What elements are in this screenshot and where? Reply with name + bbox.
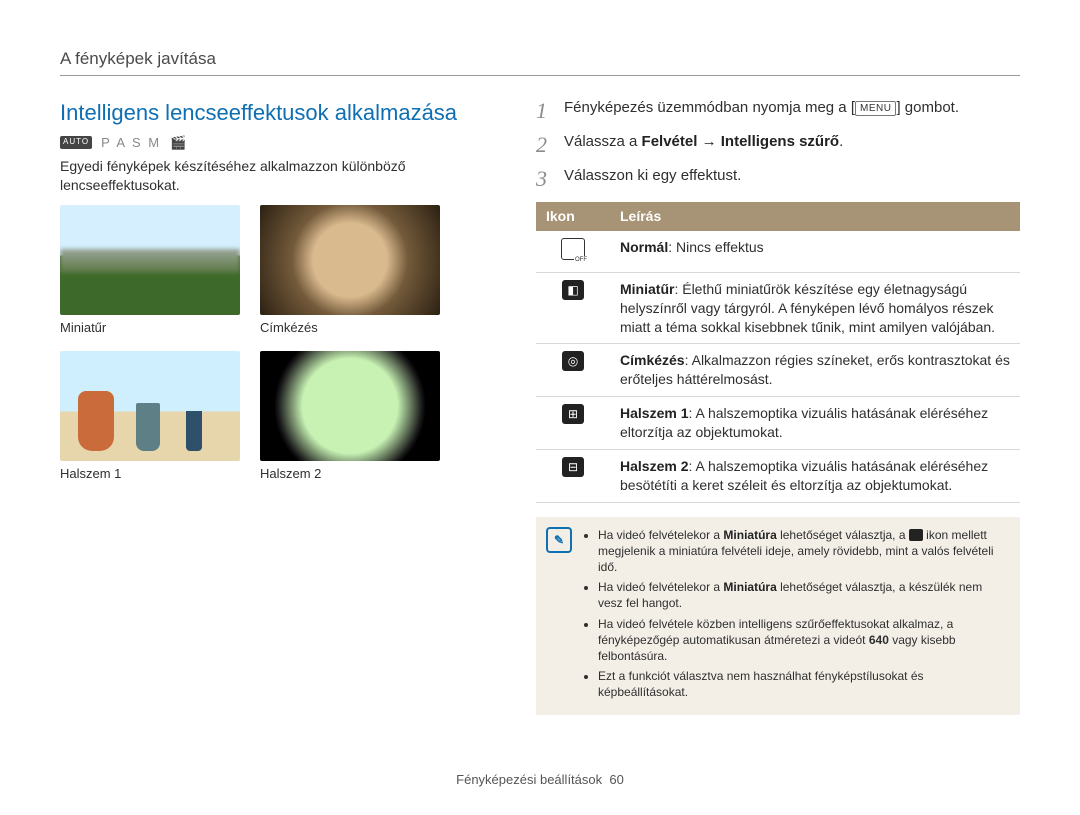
caption-vignette: Címkézés (260, 319, 440, 337)
table-row: ⊟ Halszem 2: A halszemoptika vizuális ha… (536, 449, 1020, 502)
list-item: Ha videó felvételekor a Miniatúra lehető… (598, 527, 1006, 576)
step2-pre: Válassza a (564, 133, 642, 150)
step1-pre: Fényképezés üzemmódban nyomja meg a (564, 99, 851, 116)
caption-fisheye1: Halszem 1 (60, 465, 240, 483)
caption-miniature: Miniatűr (60, 319, 240, 337)
miniature-inline-icon (909, 529, 923, 541)
list-item: Ha videó felvételekor a Miniatúra lehető… (598, 579, 1006, 611)
effect-miniature-icon: ◧ (562, 280, 584, 300)
n3-pre: Ezt a funkciót választva nem használhat … (598, 669, 924, 699)
thumb-fisheye2 (260, 351, 440, 461)
mode-letters: P A S M (101, 134, 161, 152)
thumb-vignette (260, 205, 440, 315)
n0-pre: Ha videó felvételekor a (598, 528, 723, 542)
row1-bold: Miniatűr (620, 281, 674, 297)
mode-video-icon: 🎬 (170, 134, 186, 152)
step-text: Fényképezés üzemmódban nyomja meg a [MEN… (564, 98, 1020, 118)
menu-button-label: MENU (855, 101, 896, 117)
th-desc: Leírás (610, 202, 1020, 231)
note-box: ✎ Ha videó felvételekor a Miniatúra lehe… (536, 517, 1020, 715)
table-row: ◎ Címkézés: Alkalmazzon régies színeket,… (536, 344, 1020, 397)
step-number: 3 (536, 166, 564, 190)
table-row: ⊞ Halszem 1: A halszemoptika vizuális ha… (536, 397, 1020, 450)
effect-off-icon (561, 238, 585, 260)
n1-b: Miniatúra (723, 580, 776, 594)
table-row: ◧ Miniatűr: Élethű miniatűrök készítése … (536, 272, 1020, 344)
list-item: Ha videó felvétele közben intelligens sz… (598, 616, 1006, 665)
note-list: Ha videó felvételekor a Miniatúra lehető… (582, 527, 1006, 705)
thumb-miniature (60, 205, 240, 315)
step-number: 1 (536, 98, 564, 122)
effect-fisheye2-icon: ⊟ (562, 457, 584, 477)
list-item: Ezt a funkciót választva nem használhat … (598, 668, 1006, 700)
n0-b: Miniatúra (723, 528, 776, 542)
page-number: 60 (609, 772, 623, 787)
step1-post: gombot. (901, 99, 959, 116)
row1-rest: : Élethű miniatűrök készítése egy életna… (620, 281, 995, 335)
step-number: 2 (536, 132, 564, 156)
step-text: Válassza a Felvétel → Intelligens szűrő. (564, 132, 1020, 152)
effect-vignette-icon: ◎ (562, 351, 584, 371)
effect-fisheye1-icon: ⊞ (562, 404, 584, 424)
mode-row: AUTO P A S M 🎬 (60, 134, 500, 152)
n1-pre: Ha videó felvételekor a (598, 580, 723, 594)
footer-label: Fényképezési beállítások (456, 772, 602, 787)
page-section-title: A fényképek javítása (60, 48, 1020, 71)
row0-rest: : Nincs effektus (668, 239, 763, 255)
page-footer: Fényképezési beállítások 60 (0, 771, 1080, 789)
mode-auto-icon: AUTO (60, 136, 92, 149)
row4-bold: Halszem 2 (620, 458, 688, 474)
th-icon: Ikon (536, 202, 610, 231)
row2-bold: Címkézés (620, 352, 685, 368)
steps-list: 1 Fényképezés üzemmódban nyomja meg a [M… (536, 98, 1020, 190)
headline: Intelligens lencseeffektusok alkalmazása (60, 98, 500, 128)
thumb-fisheye1 (60, 351, 240, 461)
n0-mid: lehetőséget választja, a (777, 528, 909, 542)
step2-post: . (839, 133, 843, 150)
step-text: Válasszon ki egy effektust. (564, 166, 1020, 186)
table-row: Normál: Nincs effektus (536, 231, 1020, 272)
caption-fisheye2: Halszem 2 (260, 465, 440, 483)
n2-640: 640 (869, 633, 889, 647)
intro-text: Egyedi fényképek készítéséhez alkalmazzo… (60, 157, 500, 195)
effects-table: Ikon Leírás Normál: Nincs effektus ◧ Min… (536, 202, 1020, 503)
info-icon: ✎ (546, 527, 572, 553)
header-rule (60, 75, 1020, 76)
row0-bold: Normál (620, 239, 668, 255)
step2-bold: Felvétel → Intelligens szűrő (642, 133, 840, 150)
row3-bold: Halszem 1 (620, 405, 688, 421)
